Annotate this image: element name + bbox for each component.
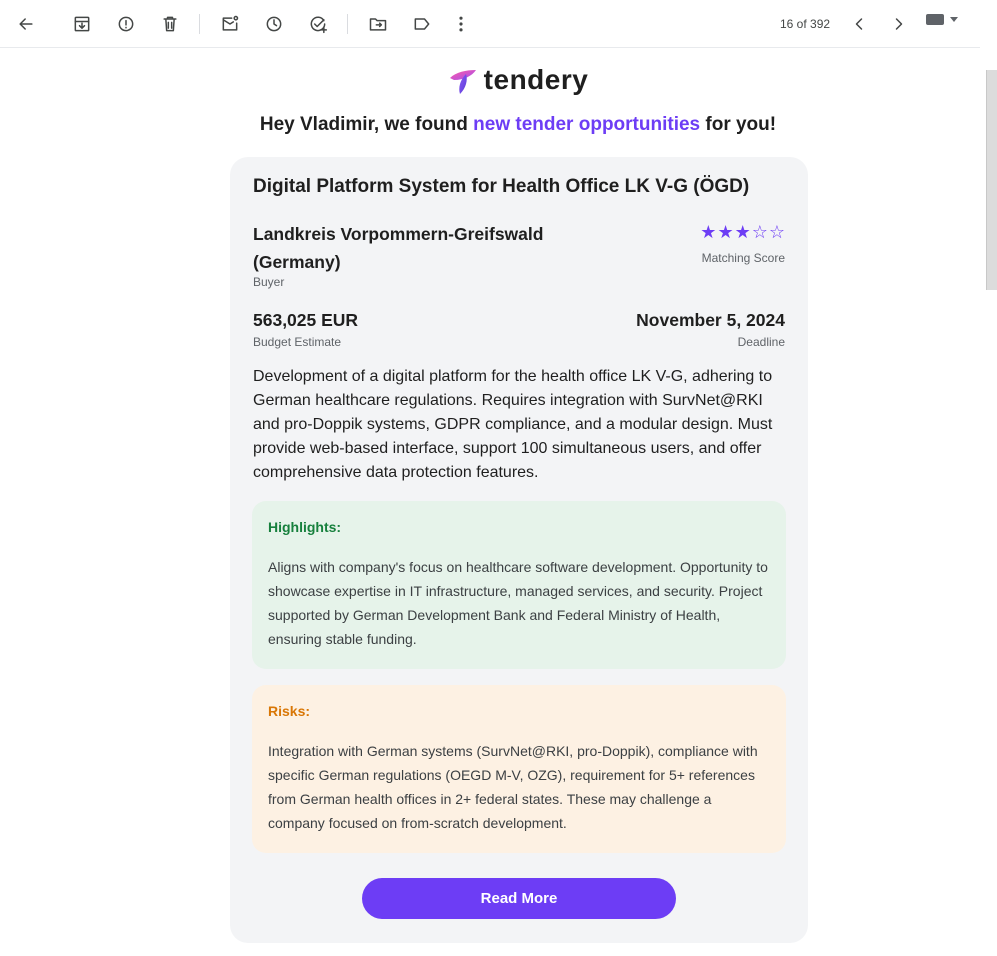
highlights-title: Highlights:: [268, 519, 342, 535]
page-count: 16 of 392: [780, 17, 831, 31]
tender-description: Development of a digital platform for th…: [253, 368, 773, 481]
tender-title: Digital Platform System for Health Offic…: [253, 176, 750, 197]
greeting-link[interactable]: new tender opportunities: [473, 114, 700, 135]
tendery-logo-icon: [449, 70, 476, 94]
email-toolbar: 16 of 392: [0, 0, 980, 48]
buyer-label: Buyer: [253, 275, 285, 289]
back-arrow-icon[interactable]: [12, 10, 40, 38]
risks-box: Risks: Integration with German systems (…: [252, 685, 786, 853]
mark-unread-icon[interactable]: [216, 10, 244, 38]
label-icon[interactable]: [408, 10, 436, 38]
buyer-name: Landkreis Vorpommern-Greifswald (Germany…: [253, 224, 544, 272]
matching-score-stars: ★ ★ ★ ☆ ☆: [700, 223, 785, 241]
star-filled-icon: ★: [734, 222, 751, 242]
next-icon[interactable]: [885, 10, 913, 38]
read-more-button[interactable]: Read More: [362, 878, 676, 919]
highlights-text: Aligns with company's focus on healthcar…: [268, 559, 768, 647]
tender-card: Digital Platform System for Health Offic…: [230, 157, 808, 943]
scrollbar[interactable]: [986, 70, 997, 290]
toolbar-divider: [199, 14, 200, 34]
snooze-icon[interactable]: [260, 10, 288, 38]
budget-label: Budget Estimate: [253, 335, 342, 349]
chevron-down-icon: [950, 17, 958, 22]
toolbar-divider: [347, 14, 348, 34]
keyboard-key: [926, 14, 944, 25]
move-to-icon[interactable]: [364, 10, 392, 38]
greeting-heading: Hey Vladimir, we found new tender opport…: [0, 114, 997, 136]
budget-value: 563,025 EUR: [253, 310, 359, 330]
star-empty-icon: ☆: [751, 222, 768, 242]
add-task-icon[interactable]: [304, 10, 332, 38]
matching-score-label: Matching Score: [701, 251, 785, 265]
deadline-label: Deadline: [737, 335, 785, 349]
risks-text: Integration with German systems (SurvNet…: [268, 743, 758, 831]
brand-logo: tendery: [0, 64, 997, 96]
risks-title: Risks:: [268, 703, 311, 719]
report-spam-icon[interactable]: [112, 10, 140, 38]
delete-icon[interactable]: [156, 10, 184, 38]
greeting-suffix: for you!: [700, 114, 777, 135]
keyboard-icon[interactable]: [926, 14, 958, 25]
greeting-prefix: Hey Vladimir, we found: [259, 114, 474, 135]
star-filled-icon: ★: [700, 222, 717, 242]
star-empty-icon: ☆: [768, 222, 785, 242]
logo-text: tendery: [483, 64, 589, 95]
archive-icon[interactable]: [68, 10, 96, 38]
star-filled-icon: ★: [717, 222, 734, 242]
prev-icon[interactable]: [845, 10, 873, 38]
highlights-box: Highlights: Aligns with company's focus …: [252, 501, 786, 669]
deadline-value: November 5, 2024: [636, 310, 785, 330]
more-icon[interactable]: [447, 10, 475, 38]
